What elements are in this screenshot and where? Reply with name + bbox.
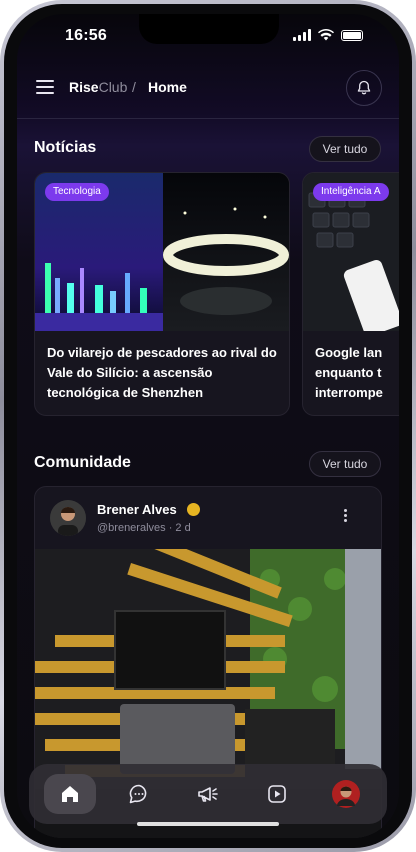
home-indicator <box>137 822 279 826</box>
news-see-all-button[interactable]: Ver tudo <box>309 136 381 162</box>
news-card[interactable]: Tecnologia Do vilarejo de pescadores ao … <box>34 172 290 416</box>
app-screen: 16:56 RiseClub / Home Notícias Ver tudo <box>17 14 399 838</box>
news-card[interactable]: Inteligência A Google lan enquanto t int… <box>302 172 399 416</box>
wifi-icon <box>318 29 334 41</box>
verified-badge-icon <box>187 503 200 516</box>
post-author-name[interactable]: Brener Alves <box>97 502 177 517</box>
nav-chat[interactable] <box>113 774 165 814</box>
notifications-button[interactable] <box>346 70 382 106</box>
news-title: Do vilarejo de pescadores ao rival do Va… <box>47 345 277 400</box>
brand-light: Club <box>98 79 128 95</box>
news-section-title: Notícias <box>34 139 97 156</box>
bell-icon <box>357 80 371 95</box>
nav-announcements[interactable] <box>182 774 234 814</box>
news-tag: Tecnologia <box>45 183 109 201</box>
more-options-icon[interactable] <box>344 509 348 522</box>
profile-avatar <box>332 780 360 808</box>
chat-icon <box>129 784 147 804</box>
system-icons <box>293 29 363 41</box>
brand-logo[interactable]: RiseClub <box>69 79 127 95</box>
signal-icon <box>293 29 311 41</box>
community-section-title: Comunidade <box>34 454 131 471</box>
bottom-navigation <box>29 764 387 824</box>
battery-icon <box>341 29 363 41</box>
megaphone-icon <box>198 787 218 802</box>
video-icon <box>268 785 286 803</box>
nav-home[interactable] <box>44 774 96 814</box>
brand-bold: Rise <box>69 79 99 95</box>
nav-videos[interactable] <box>251 774 303 814</box>
status-time: 16:56 <box>65 27 107 44</box>
news-title: Google lan enquanto t interrompe <box>315 345 383 400</box>
header-divider <box>17 118 399 119</box>
community-see-all-button[interactable]: Ver tudo <box>309 451 381 477</box>
menu-icon[interactable] <box>36 80 54 94</box>
breadcrumb-separator: / <box>132 79 136 95</box>
home-icon <box>62 786 78 802</box>
news-tag: Inteligência A <box>313 183 389 201</box>
nav-profile[interactable] <box>320 774 372 814</box>
avatar[interactable] <box>50 500 86 536</box>
app-header: RiseClub / Home <box>17 66 399 110</box>
post-author-handle: @breneralves · 2 d <box>97 522 191 534</box>
dynamic-island <box>139 14 279 44</box>
status-bar: 16:56 <box>17 14 399 60</box>
breadcrumb-current: Home <box>148 79 187 95</box>
